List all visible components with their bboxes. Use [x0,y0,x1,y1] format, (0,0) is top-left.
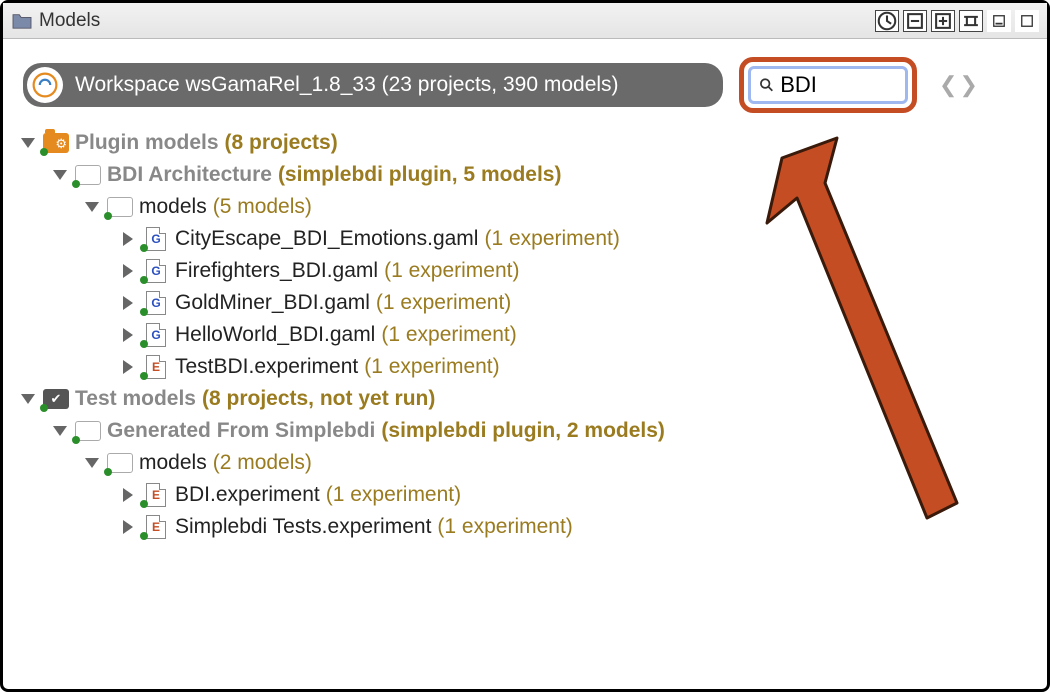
titlebar-left: Models [11,10,100,32]
tree-file[interactable]: G Firefighters_BDI.gaml (1 experiment) [21,255,1035,287]
project-meta: (simplebdi plugin, 5 models) [278,163,562,187]
tree: ⚙ Plugin models (8 projects) BDI Archite… [3,113,1047,555]
chevron-right-icon[interactable] [123,360,133,374]
clock-icon[interactable] [875,10,899,32]
tree-project[interactable]: Generated From Simplebdi (simplebdi plug… [21,415,1035,447]
minimize-icon[interactable] [987,10,1011,32]
chevron-right-icon[interactable] [123,296,133,310]
titlebar-toolbar [875,10,1039,32]
chevron-down-icon[interactable] [53,170,67,180]
workspace-bar: Workspace wsGamaRel_1.8_33 (23 projects,… [23,57,1035,113]
project-folder-icon [75,164,101,186]
file-label: BDI.experiment [175,483,320,507]
maximize-icon[interactable] [1015,10,1039,32]
chevron-down-icon[interactable] [53,426,67,436]
workspace-pill[interactable]: Workspace wsGamaRel_1.8_33 (23 projects,… [23,63,723,107]
folder-icon [11,12,33,30]
plugin-folder-icon: ⚙ [43,132,69,154]
search-icon [759,76,774,94]
folder-icon [107,196,133,218]
chevron-right-icon[interactable] [123,264,133,278]
tree-folder[interactable]: models (2 models) [21,447,1035,479]
file-meta: (1 experiment) [381,323,516,347]
expand-all-icon[interactable] [931,10,955,32]
project-label: Generated From Simplebdi [107,419,375,443]
search-field[interactable] [748,66,908,104]
chevron-right-icon[interactable] [123,488,133,502]
file-label: HelloWorld_BDI.gaml [175,323,375,347]
workspace-icon [27,67,63,103]
file-label: Firefighters_BDI.gaml [175,259,378,283]
tree-file[interactable]: E BDI.experiment (1 experiment) [21,479,1035,511]
file-meta: (1 experiment) [364,355,499,379]
category-count: (8 projects) [225,131,338,155]
test-folder-icon: ✔ [43,388,69,410]
chevron-down-icon[interactable] [21,138,35,148]
tree-folder[interactable]: models (5 models) [21,191,1035,223]
link-icon[interactable] [959,10,983,32]
folder-meta: (2 models) [213,451,312,475]
chevron-down-icon[interactable] [21,394,35,404]
file-label: CityEscape_BDI_Emotions.gaml [175,227,478,251]
category-label: Plugin models [75,131,219,155]
tree-file[interactable]: E TestBDI.experiment (1 experiment) [21,351,1035,383]
tree-category[interactable]: ⚙ Plugin models (8 projects) [21,127,1035,159]
experiment-file-icon: E [143,516,169,538]
view-title: Models [39,10,100,32]
nav-next-icon[interactable]: ❯ [959,72,977,98]
gaml-file-icon: G [143,292,169,314]
file-meta: (1 experiment) [376,291,511,315]
file-meta: (1 experiment) [437,515,572,539]
file-label: Simplebdi Tests.experiment [175,515,431,539]
folder-label: models [139,451,207,475]
tree-file[interactable]: G GoldMiner_BDI.gaml (1 experiment) [21,287,1035,319]
file-label: TestBDI.experiment [175,355,358,379]
tree-file[interactable]: G CityEscape_BDI_Emotions.gaml (1 experi… [21,223,1035,255]
file-meta: (1 experiment) [326,483,461,507]
project-meta: (simplebdi plugin, 2 models) [381,419,665,443]
search-highlight [739,57,917,113]
folder-icon [107,452,133,474]
tree-file[interactable]: E Simplebdi Tests.experiment (1 experime… [21,511,1035,543]
workspace-label: Workspace wsGamaRel_1.8_33 (23 projects,… [75,73,619,97]
collapse-all-icon[interactable] [903,10,927,32]
gaml-file-icon: G [143,260,169,282]
tree-file[interactable]: G HelloWorld_BDI.gaml (1 experiment) [21,319,1035,351]
titlebar: Models [3,3,1047,39]
tree-project[interactable]: BDI Architecture (simplebdi plugin, 5 mo… [21,159,1035,191]
search-input[interactable] [780,72,897,98]
gaml-file-icon: G [143,324,169,346]
chevron-right-icon[interactable] [123,328,133,342]
experiment-file-icon: E [143,484,169,506]
chevron-right-icon[interactable] [123,232,133,246]
category-label: Test models [75,387,196,411]
project-label: BDI Architecture [107,163,272,187]
file-meta: (1 experiment) [484,227,619,251]
gaml-file-icon: G [143,228,169,250]
file-label: GoldMiner_BDI.gaml [175,291,370,315]
file-meta: (1 experiment) [384,259,519,283]
tree-category[interactable]: ✔ Test models (8 projects, not yet run) [21,383,1035,415]
chevron-down-icon[interactable] [85,458,99,468]
chevron-right-icon[interactable] [123,520,133,534]
folder-meta: (5 models) [213,195,312,219]
folder-label: models [139,195,207,219]
experiment-file-icon: E [143,356,169,378]
chevron-down-icon[interactable] [85,202,99,212]
project-folder-icon [75,420,101,442]
nav-prev-icon[interactable]: ❮ [939,72,957,98]
category-count: (8 projects, not yet run) [202,387,435,411]
nav-arrows: ❮ ❯ [939,72,978,98]
